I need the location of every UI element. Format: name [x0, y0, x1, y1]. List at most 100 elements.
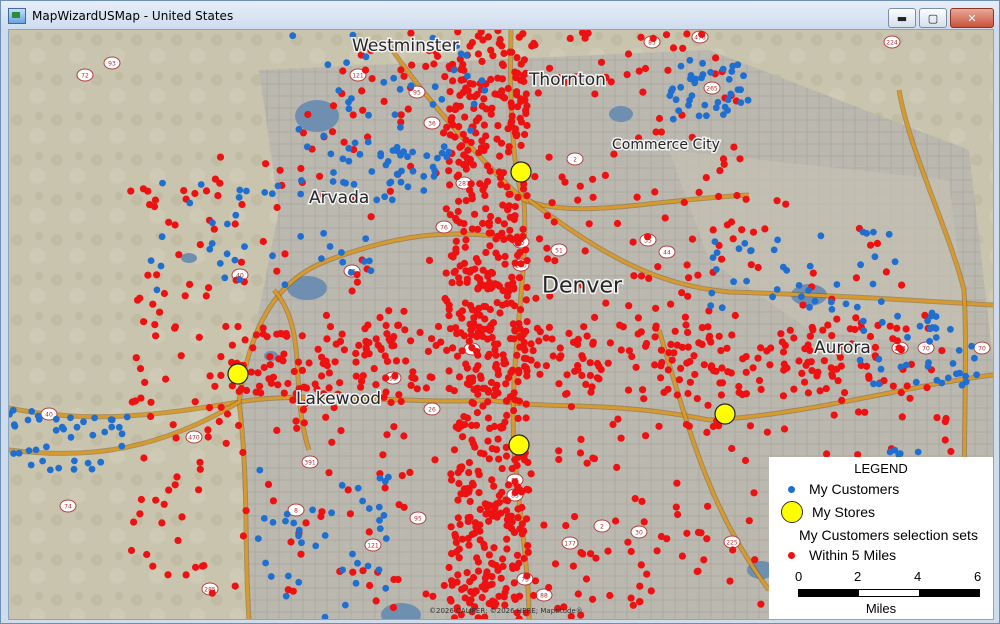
customer-point [84, 459, 92, 467]
customer-point [232, 211, 240, 219]
customer-point [464, 72, 471, 80]
customer-point [407, 82, 415, 89]
customer-within-point [482, 248, 490, 257]
customer-within-point [548, 335, 556, 343]
customer-within-point [678, 289, 686, 297]
customer-point [208, 240, 216, 247]
customer-within-point [391, 372, 399, 380]
customer-point [330, 169, 337, 176]
customer-point [46, 466, 54, 474]
customer-within-point [259, 237, 267, 246]
map-view[interactable]: 7293121953628776252703544854702242265515… [8, 29, 994, 620]
title-bar[interactable]: MapWizardUSMap - United States ▬ ▢ ✕ [1, 1, 999, 31]
customer-within-point [517, 306, 525, 314]
customer-within-point [652, 128, 660, 136]
customer-within-point [634, 314, 643, 322]
customer-within-point [763, 428, 772, 436]
customer-within-point [269, 497, 277, 505]
customer-point [897, 363, 905, 371]
customer-point [811, 297, 819, 305]
customer-within-point [523, 257, 531, 265]
customer-point [875, 355, 883, 363]
customer-within-point [196, 458, 204, 466]
customer-within-point [742, 195, 750, 203]
customer-within-point [149, 562, 157, 570]
customer-within-point [470, 314, 478, 322]
customer-within-point [481, 315, 489, 323]
customer-within-point [506, 190, 514, 198]
customer-point [735, 245, 743, 253]
customer-within-point [683, 30, 691, 38]
customer-within-point [127, 187, 135, 195]
customer-point [774, 236, 781, 244]
highway-shield-label: 265 [706, 86, 718, 93]
customer-within-point [228, 341, 236, 349]
customer-within-point [597, 58, 606, 66]
customer-point [773, 286, 781, 293]
customer-point [70, 465, 78, 473]
customer-within-point [529, 347, 537, 355]
customer-within-point [729, 546, 737, 554]
customer-within-point [317, 512, 325, 521]
lake-area [609, 106, 633, 122]
customer-within-point [686, 378, 695, 386]
customer-point [686, 56, 694, 64]
customer-within-point [265, 375, 273, 383]
customer-within-point [673, 479, 681, 487]
customer-within-point [466, 42, 474, 50]
customer-point [89, 431, 97, 439]
customer-within-point [704, 401, 712, 409]
customer-within-point [171, 481, 179, 489]
customer-within-point [469, 439, 477, 448]
customer-within-point [428, 335, 436, 343]
customer-within-point [595, 362, 603, 370]
highway-shield-icon: 391 [301, 455, 319, 469]
highway-shield-label: 26 [428, 407, 436, 414]
app-window: MapWizardUSMap - United States ▬ ▢ ✕ 72 … [0, 0, 1000, 624]
customer-within-point [273, 426, 281, 434]
customer-within-point [718, 255, 726, 263]
customer-within-point [430, 60, 438, 68]
customer-within-point [204, 426, 212, 434]
maximize-button[interactable]: ▢ [919, 8, 947, 28]
customer-within-point [693, 395, 701, 403]
customer-within-point [488, 476, 496, 484]
customer-within-point [511, 212, 519, 220]
customer-within-point [493, 510, 501, 519]
close-button[interactable]: ✕ [950, 8, 994, 28]
customer-point [737, 99, 745, 106]
customer-within-point [683, 529, 691, 537]
customer-within-point [562, 522, 570, 530]
customer-within-point [576, 182, 584, 190]
customer-within-point [136, 510, 144, 518]
customer-point [312, 542, 320, 550]
customer-within-point [382, 374, 390, 382]
customer-point [720, 111, 727, 118]
customer-point [719, 65, 727, 73]
customer-within-point [492, 235, 500, 243]
highway-shield-icon: 36 [423, 116, 441, 130]
window-controls: ▬ ▢ ✕ [885, 8, 994, 28]
customer-within-point [352, 372, 360, 380]
customer-within-point [478, 102, 486, 110]
customer-within-point [476, 505, 484, 513]
customer-point [396, 85, 404, 93]
customer-within-point [543, 244, 551, 252]
customer-within-point [508, 112, 516, 120]
customer-within-point [480, 450, 488, 458]
customer-within-point [215, 417, 223, 426]
customer-within-point [397, 111, 405, 119]
customer-point [318, 255, 325, 262]
customer-within-point [239, 532, 247, 540]
customer-point [39, 457, 46, 465]
customer-point [404, 153, 411, 161]
customer-within-point [305, 359, 313, 367]
customer-within-point [898, 413, 906, 421]
customer-point [741, 240, 749, 247]
customer-within-point [521, 346, 529, 354]
customer-within-point [449, 253, 457, 261]
customer-within-point [642, 432, 650, 440]
customer-within-point [602, 299, 610, 307]
customer-within-point [543, 212, 552, 220]
minimize-button[interactable]: ▬ [888, 8, 916, 28]
